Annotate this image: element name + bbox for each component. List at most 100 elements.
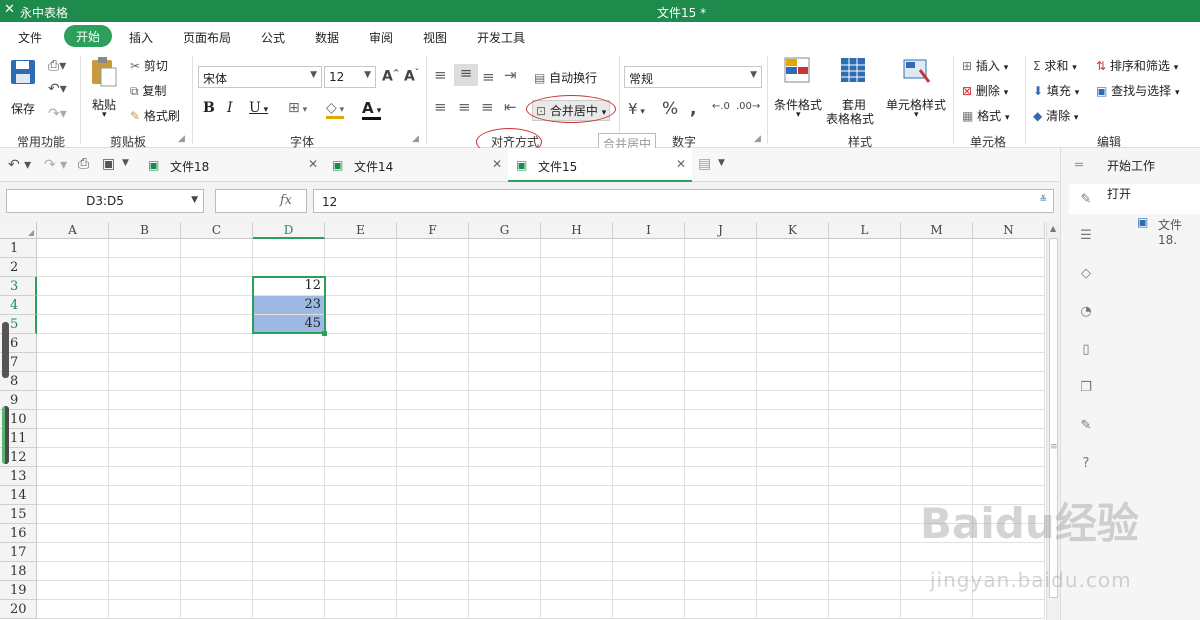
cell-I1[interactable] bbox=[613, 239, 685, 258]
fill-handle[interactable] bbox=[322, 331, 327, 336]
cell-F6[interactable] bbox=[397, 334, 469, 353]
cell-F4[interactable] bbox=[397, 296, 469, 315]
row-header[interactable]: 17 bbox=[0, 543, 37, 562]
cell-L13[interactable] bbox=[829, 467, 901, 486]
tab-file18[interactable]: ▣ 文件18 ✕ bbox=[140, 148, 324, 182]
cell-M5[interactable] bbox=[901, 315, 973, 334]
function-button[interactable]: fx bbox=[215, 189, 307, 213]
cell-K20[interactable] bbox=[757, 600, 829, 619]
cell-J10[interactable] bbox=[685, 410, 757, 429]
print-preview-icon[interactable]: ⎙ bbox=[78, 156, 89, 172]
cell-I5[interactable] bbox=[613, 315, 685, 334]
cell-J9[interactable] bbox=[685, 391, 757, 410]
cell-B8[interactable] bbox=[109, 372, 181, 391]
cell-G8[interactable] bbox=[469, 372, 541, 391]
cell-I16[interactable] bbox=[613, 524, 685, 543]
cell-I14[interactable] bbox=[613, 486, 685, 505]
cell-M4[interactable] bbox=[901, 296, 973, 315]
fill-color-icon[interactable]: ◇ ▾ bbox=[326, 100, 345, 119]
cell-B17[interactable] bbox=[109, 543, 181, 562]
cell-F19[interactable] bbox=[397, 581, 469, 600]
menu-formulas[interactable]: 公式 bbox=[261, 29, 285, 46]
cell-E17[interactable] bbox=[325, 543, 397, 562]
cell-E20[interactable] bbox=[325, 600, 397, 619]
cell-B2[interactable] bbox=[109, 258, 181, 277]
cell-E4[interactable] bbox=[325, 296, 397, 315]
cell-B14[interactable] bbox=[109, 486, 181, 505]
cell-E3[interactable] bbox=[325, 277, 397, 296]
cell-H5[interactable] bbox=[541, 315, 613, 334]
cell-C18[interactable] bbox=[181, 562, 253, 581]
cell-I7[interactable] bbox=[613, 353, 685, 372]
row-header[interactable]: 4 bbox=[0, 296, 37, 315]
cell-M12[interactable] bbox=[901, 448, 973, 467]
cell-G15[interactable] bbox=[469, 505, 541, 524]
font-color-icon[interactable]: A ▾ bbox=[362, 99, 382, 120]
cell-I15[interactable] bbox=[613, 505, 685, 524]
cell-G5[interactable] bbox=[469, 315, 541, 334]
insert-cells-button[interactable]: ⊞ 插入 ▾ bbox=[962, 57, 1008, 74]
cell-K1[interactable] bbox=[757, 239, 829, 258]
cell-A18[interactable] bbox=[37, 562, 109, 581]
cell-M11[interactable] bbox=[901, 429, 973, 448]
cell-I8[interactable] bbox=[613, 372, 685, 391]
cell-M3[interactable] bbox=[901, 277, 973, 296]
cell-H16[interactable] bbox=[541, 524, 613, 543]
cell-I2[interactable] bbox=[613, 258, 685, 277]
cell-N6[interactable] bbox=[973, 334, 1045, 353]
column-header[interactable]: J bbox=[685, 222, 757, 239]
font-name-select[interactable]: 宋体 ▼ bbox=[198, 66, 322, 88]
cell-H1[interactable] bbox=[541, 239, 613, 258]
cell-E13[interactable] bbox=[325, 467, 397, 486]
cell-F8[interactable] bbox=[397, 372, 469, 391]
cell-N1[interactable] bbox=[973, 239, 1045, 258]
cell-J4[interactable] bbox=[685, 296, 757, 315]
decrease-decimal-icon[interactable]: .00→ bbox=[736, 101, 760, 112]
cell-N9[interactable] bbox=[973, 391, 1045, 410]
cell-A4[interactable] bbox=[37, 296, 109, 315]
cell-M6[interactable] bbox=[901, 334, 973, 353]
column-header[interactable]: C bbox=[181, 222, 253, 239]
cell-J15[interactable] bbox=[685, 505, 757, 524]
cell-J16[interactable] bbox=[685, 524, 757, 543]
row-header[interactable]: 15 bbox=[0, 505, 37, 524]
scroll-up-icon[interactable]: ▲ bbox=[1050, 224, 1056, 233]
cell-D12[interactable] bbox=[253, 448, 325, 467]
row-header[interactable]: 18 bbox=[0, 562, 37, 581]
cell-D11[interactable] bbox=[253, 429, 325, 448]
cell-G16[interactable] bbox=[469, 524, 541, 543]
cell-J12[interactable] bbox=[685, 448, 757, 467]
menu-review[interactable]: 审阅 bbox=[369, 29, 393, 46]
cell-C4[interactable] bbox=[181, 296, 253, 315]
row-header[interactable]: 3 bbox=[0, 277, 37, 296]
cell-N3[interactable] bbox=[973, 277, 1045, 296]
align-middle-icon[interactable]: ≡ bbox=[454, 64, 478, 86]
cell-A3[interactable] bbox=[37, 277, 109, 296]
cell-G20[interactable] bbox=[469, 600, 541, 619]
tab-file15[interactable]: ▣ 文件15 ✕ bbox=[508, 148, 692, 182]
cell-A12[interactable] bbox=[37, 448, 109, 467]
cell-H10[interactable] bbox=[541, 410, 613, 429]
cell-G19[interactable] bbox=[469, 581, 541, 600]
cell-L10[interactable] bbox=[829, 410, 901, 429]
cell-C3[interactable] bbox=[181, 277, 253, 296]
save-button[interactable]: 保存 bbox=[8, 58, 38, 118]
cell-F7[interactable] bbox=[397, 353, 469, 372]
cell-D4[interactable]: 23 bbox=[253, 296, 325, 315]
cell-B10[interactable] bbox=[109, 410, 181, 429]
bold-icon[interactable]: B bbox=[203, 100, 215, 116]
formula-input[interactable]: 12 ≚ bbox=[313, 189, 1054, 213]
cell-F17[interactable] bbox=[397, 543, 469, 562]
cell-H15[interactable] bbox=[541, 505, 613, 524]
cell-N20[interactable] bbox=[973, 600, 1045, 619]
copy-pages-icon[interactable]: ❐ bbox=[1077, 380, 1095, 398]
save-icon[interactable]: ▣ bbox=[102, 156, 115, 172]
cell-D1[interactable] bbox=[253, 239, 325, 258]
cell-D16[interactable] bbox=[253, 524, 325, 543]
cell-L4[interactable] bbox=[829, 296, 901, 315]
cell-J2[interactable] bbox=[685, 258, 757, 277]
dialog-launcher-icon[interactable]: ◢ bbox=[178, 134, 185, 144]
cell-E12[interactable] bbox=[325, 448, 397, 467]
menu-file[interactable]: 文件 bbox=[18, 29, 42, 46]
conditional-format-button[interactable]: 条件格式 ▾ bbox=[772, 56, 826, 126]
